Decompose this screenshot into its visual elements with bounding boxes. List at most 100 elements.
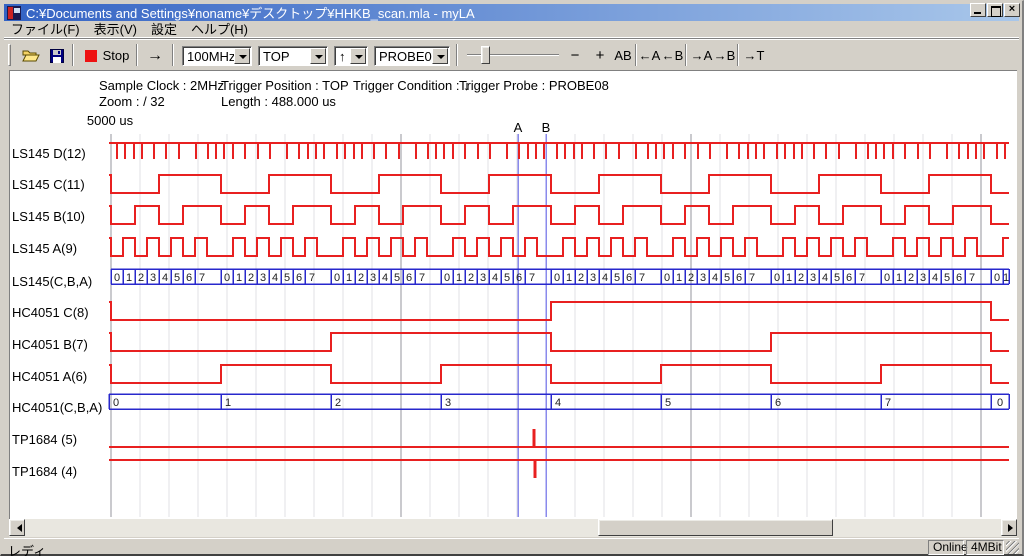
probe-value: PROBE00 xyxy=(375,49,432,64)
svg-text:1: 1 xyxy=(346,272,352,284)
svg-text:0: 0 xyxy=(994,272,1000,284)
svg-text:2: 2 xyxy=(358,272,364,284)
ab-label: AB xyxy=(614,48,631,63)
dropdown-arrow-icon[interactable] xyxy=(350,48,366,64)
svg-text:0: 0 xyxy=(113,397,119,409)
svg-text:3: 3 xyxy=(260,272,266,284)
waveform-plot[interactable]: 0123456701234567012345670123456701234567… xyxy=(9,70,1017,519)
stop-icon xyxy=(85,50,97,62)
svg-text:1: 1 xyxy=(225,397,231,409)
menu-item-file[interactable]: ファイル(F) xyxy=(4,18,87,40)
svg-text:6: 6 xyxy=(516,272,522,284)
ab-cursor-button[interactable]: AB xyxy=(611,44,635,67)
status-ready-text: レディ xyxy=(8,541,46,556)
svg-text:5: 5 xyxy=(174,272,180,284)
right-arrow-t-icon: →T xyxy=(744,48,765,63)
menu-item-help[interactable]: ヘルプ(H) xyxy=(184,18,255,40)
toolbar-separator xyxy=(737,44,739,66)
dropdown-arrow-icon[interactable] xyxy=(234,48,250,64)
run-button[interactable]: → xyxy=(141,44,169,67)
svg-text:6: 6 xyxy=(406,272,412,284)
trigger-edge-combobox[interactable]: ↑ xyxy=(334,46,368,66)
scroll-left-button[interactable] xyxy=(9,519,25,536)
stop-label: Stop xyxy=(103,48,130,63)
svg-text:1: 1 xyxy=(456,272,462,284)
resize-grip-icon[interactable] xyxy=(1006,541,1019,554)
svg-text:3: 3 xyxy=(920,272,926,284)
scroll-right-arrow-icon xyxy=(1008,524,1017,532)
goto-cursor-a-right-button[interactable]: →A xyxy=(690,44,713,67)
trigger-edge-value: ↑ xyxy=(335,49,350,64)
toolbar-gripper xyxy=(8,44,11,66)
sample-rate-combobox[interactable]: 100MHz xyxy=(182,46,252,66)
svg-text:4: 4 xyxy=(822,272,828,284)
svg-text:5: 5 xyxy=(944,272,950,284)
svg-text:7: 7 xyxy=(419,272,425,284)
svg-text:4: 4 xyxy=(602,272,608,284)
svg-text:6: 6 xyxy=(956,272,962,284)
zoom-out-button[interactable]: − xyxy=(564,44,586,67)
save-button[interactable] xyxy=(44,44,70,67)
svg-text:6: 6 xyxy=(296,272,302,284)
svg-text:1: 1 xyxy=(786,272,792,284)
svg-text:1: 1 xyxy=(236,272,242,284)
scroll-left-arrow-icon xyxy=(13,524,22,532)
scrollbar-thumb[interactable] xyxy=(598,519,833,536)
zoom-in-button[interactable]: + xyxy=(589,44,611,67)
svg-text:5: 5 xyxy=(834,272,840,284)
goto-cursor-b-left-button[interactable]: ←B xyxy=(661,44,684,67)
trigger-position-combobox[interactable]: TOP xyxy=(258,46,328,66)
sample-rate-value: 100MHz xyxy=(183,49,234,64)
svg-text:5: 5 xyxy=(394,272,400,284)
menu-item-settings[interactable]: 設定 xyxy=(144,18,184,40)
minimize-button[interactable] xyxy=(970,3,986,17)
status-online-panel: Online xyxy=(928,540,964,555)
svg-text:1: 1 xyxy=(896,272,902,284)
svg-text:1: 1 xyxy=(566,272,572,284)
goto-cursor-b-right-button[interactable]: →B xyxy=(713,44,736,67)
floppy-save-icon xyxy=(50,49,64,63)
svg-text:4: 4 xyxy=(382,272,388,284)
maximize-button[interactable] xyxy=(987,3,1003,17)
svg-text:0: 0 xyxy=(997,397,1003,409)
svg-text:0: 0 xyxy=(774,272,780,284)
toolbar-separator xyxy=(635,44,637,66)
svg-text:5: 5 xyxy=(504,272,510,284)
svg-text:2: 2 xyxy=(248,272,254,284)
probe-combobox[interactable]: PROBE00 xyxy=(374,46,450,66)
menu-item-view[interactable]: 表示(V) xyxy=(87,18,144,40)
dropdown-arrow-icon[interactable] xyxy=(310,48,326,64)
stop-button[interactable]: Stop xyxy=(80,44,134,67)
svg-text:3: 3 xyxy=(700,272,706,284)
toolbar: Stop → 100MHz TOP ↑ PROBE00 − + AB ←A xyxy=(4,38,1019,69)
svg-text:6: 6 xyxy=(736,272,742,284)
close-button[interactable]: × xyxy=(1004,3,1020,17)
svg-text:7: 7 xyxy=(639,272,645,284)
svg-text:0: 0 xyxy=(554,272,560,284)
svg-text:2: 2 xyxy=(908,272,914,284)
goto-cursor-a-left-button[interactable]: ←A xyxy=(638,44,661,67)
svg-text:7: 7 xyxy=(309,272,315,284)
open-button[interactable] xyxy=(18,44,44,67)
svg-text:2: 2 xyxy=(578,272,584,284)
goto-trigger-button[interactable]: →T xyxy=(742,44,766,67)
svg-text:7: 7 xyxy=(885,397,891,409)
zoom-slider-thumb[interactable] xyxy=(481,46,490,64)
svg-text:3: 3 xyxy=(480,272,486,284)
svg-text:4: 4 xyxy=(162,272,168,284)
svg-text:4: 4 xyxy=(555,397,561,409)
plus-icon: + xyxy=(596,47,605,64)
horizontal-scrollbar[interactable] xyxy=(9,519,1017,537)
status-memory-panel: 4MBit xyxy=(966,540,1004,555)
scroll-right-button[interactable] xyxy=(1001,519,1017,536)
toolbar-separator xyxy=(172,44,174,66)
svg-text:0: 0 xyxy=(664,272,670,284)
right-arrow-icon: → xyxy=(147,47,163,65)
right-arrow-a-icon: →A xyxy=(691,48,713,63)
right-arrow-b-icon: →B xyxy=(714,48,736,63)
svg-text:6: 6 xyxy=(846,272,852,284)
trigger-position-value: TOP xyxy=(259,49,310,64)
dropdown-arrow-icon[interactable] xyxy=(432,48,448,64)
svg-text:5: 5 xyxy=(614,272,620,284)
svg-text:0: 0 xyxy=(444,272,450,284)
